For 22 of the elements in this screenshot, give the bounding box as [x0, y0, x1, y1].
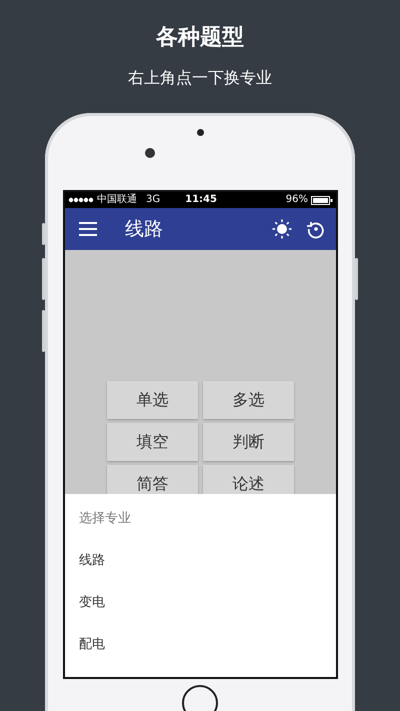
- question-type-button[interactable]: 填空: [107, 423, 198, 461]
- app-title: 线路: [125, 217, 164, 242]
- brightness-icon[interactable]: [272, 219, 292, 239]
- major-option[interactable]: 配电: [79, 634, 105, 656]
- battery-label: 96%: [286, 194, 308, 206]
- speaker-icon: [197, 129, 204, 136]
- banner-subtitle: 右上角点一下换专业: [128, 67, 272, 89]
- network-label: 3G: [146, 194, 160, 206]
- camera-icon: [145, 148, 155, 158]
- history-icon[interactable]: [306, 219, 326, 239]
- question-type-button[interactable]: 多选: [203, 381, 294, 419]
- question-type-button[interactable]: 单选: [107, 381, 198, 419]
- question-type-button[interactable]: 判断: [203, 423, 294, 461]
- menu-icon[interactable]: [79, 222, 97, 236]
- carrier-label: 中国联通: [97, 194, 137, 206]
- battery-icon: [311, 196, 333, 204]
- sheet-title: 选择专业: [79, 510, 132, 528]
- banner-title: 各种题型: [156, 24, 244, 52]
- clock-label: 11:45: [185, 194, 217, 206]
- major-option[interactable]: 线路: [79, 550, 105, 572]
- signal-icon: [68, 197, 94, 203]
- major-option[interactable]: 变电: [79, 592, 105, 614]
